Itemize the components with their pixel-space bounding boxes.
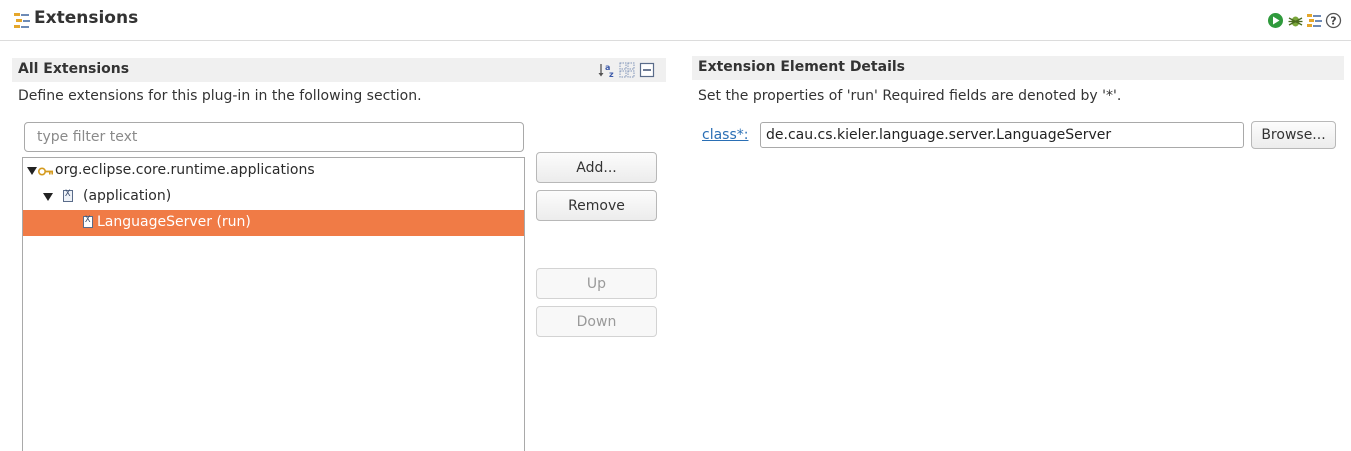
xml-element-icon [83, 215, 93, 228]
filter-input[interactable] [24, 122, 524, 152]
tree-item-label: LanguageServer (run) [97, 214, 251, 230]
extensions-icon[interactable] [1306, 12, 1323, 29]
element-details-section-header: Extension Element Details [692, 56, 1344, 80]
help-icon[interactable]: ? [1325, 12, 1342, 29]
expand-all-icon[interactable] [619, 62, 635, 78]
extensions-tree[interactable]: org.eclipse.core.runtime.applications (a… [22, 157, 525, 451]
all-extensions-description: Define extensions for this plug-in in th… [18, 88, 422, 104]
all-extensions-section-header: All Extensions a z [12, 58, 666, 82]
tree-item-languageserver-run[interactable]: LanguageServer (run) [23, 210, 524, 236]
browse-button[interactable]: Browse... [1251, 121, 1336, 149]
svg-text:z: z [609, 70, 614, 78]
editor-title-bar: Extensions ? [0, 0, 1351, 41]
debug-icon[interactable] [1287, 12, 1304, 29]
sort-alpha-icon[interactable]: a z [598, 62, 616, 78]
down-button[interactable]: Down [536, 306, 657, 337]
remove-button[interactable]: Remove [536, 190, 657, 221]
extensions-icon [14, 13, 30, 28]
element-details-description: Set the properties of 'run' Required fie… [698, 88, 1122, 104]
up-button[interactable]: Up [536, 268, 657, 299]
class-field[interactable] [760, 122, 1244, 148]
tree-item-applications[interactable]: org.eclipse.core.runtime.applications [23, 158, 524, 184]
class-link[interactable]: class*: [702, 127, 748, 143]
xml-element-icon [63, 189, 73, 202]
page-title: Extensions [34, 8, 139, 28]
add-button[interactable]: Add... [536, 152, 657, 183]
tree-item-label: org.eclipse.core.runtime.applications [55, 162, 315, 178]
expand-arrow-icon[interactable] [27, 167, 37, 175]
section-title: Extension Element Details [698, 59, 905, 75]
extension-point-icon [38, 167, 53, 176]
expand-arrow-icon[interactable] [43, 193, 53, 201]
section-title: All Extensions [18, 61, 130, 77]
svg-text:?: ? [1330, 15, 1336, 28]
collapse-all-icon[interactable] [639, 62, 655, 78]
run-icon[interactable] [1267, 12, 1284, 29]
tree-item-label: (application) [83, 188, 172, 204]
tree-item-application[interactable]: (application) [23, 184, 524, 210]
